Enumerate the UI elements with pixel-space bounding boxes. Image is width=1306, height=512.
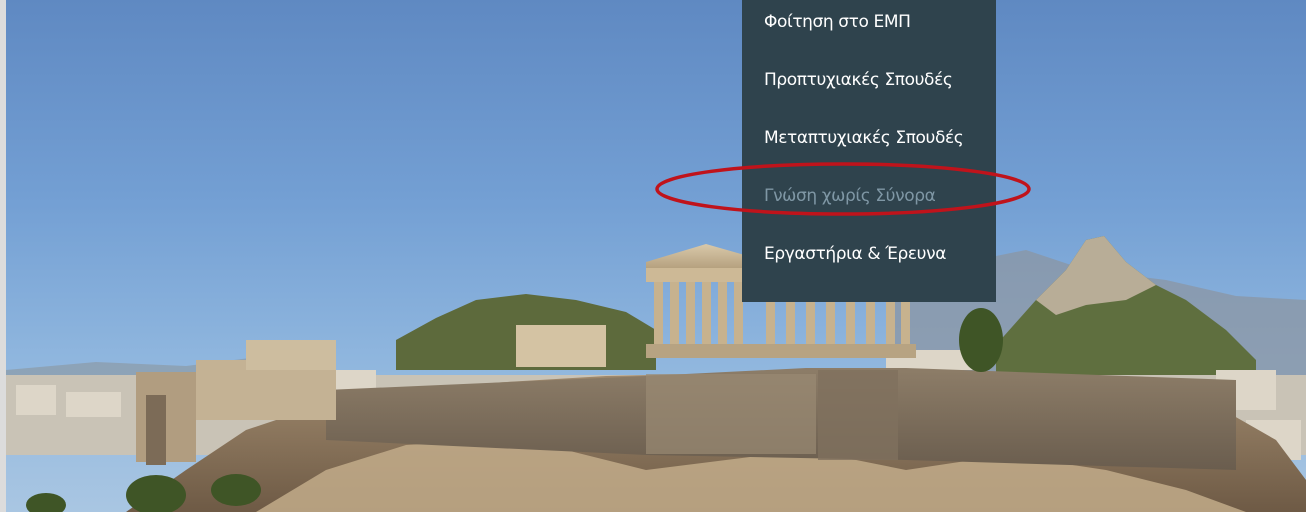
menu-item-undergraduate-studies[interactable]: Προπτυχιακές Σπουδές xyxy=(742,64,996,122)
acropolis-photo xyxy=(6,236,1306,512)
dropdown-menu-list: Φοίτηση στο ΕΜΠ Προπτυχιακές Σπουδές Μετ… xyxy=(742,6,996,296)
hero-background-image xyxy=(6,0,1306,512)
menu-item-labs-and-research[interactable]: Εργαστήρια & Έρευνα xyxy=(742,238,996,296)
menu-item-postgraduate-studies[interactable]: Μεταπτυχιακές Σπουδές xyxy=(742,122,996,180)
page-viewport: Φοίτηση στο ΕΜΠ Προπτυχιακές Σπουδές Μετ… xyxy=(0,0,1306,512)
menu-item-knowledge-without-borders[interactable]: Γνώση χωρίς Σύνορα xyxy=(742,180,996,238)
menu-item-studying-at-ntua[interactable]: Φοίτηση στο ΕΜΠ xyxy=(742,6,996,64)
academics-dropdown-menu: Φοίτηση στο ΕΜΠ Προπτυχιακές Σπουδές Μετ… xyxy=(742,0,996,302)
